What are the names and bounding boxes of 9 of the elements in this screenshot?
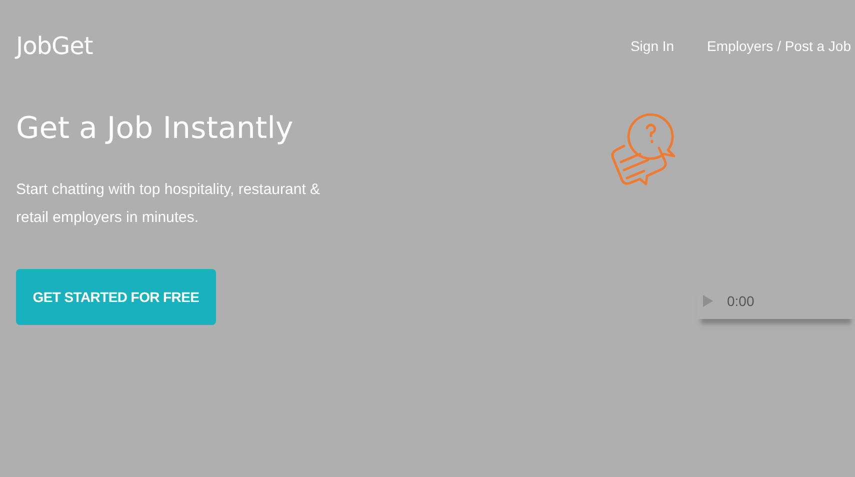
hero-title: Get a Job Instantly (16, 110, 294, 148)
get-started-button[interactable]: GET STARTED FOR FREE (16, 269, 216, 325)
logo[interactable]: JobGet (16, 32, 93, 60)
nav-link[interactable]: Sign In (630, 38, 674, 54)
audio-player[interactable]: 0:00 (697, 283, 855, 319)
nav-link[interactable]: Employers / Post a Job (707, 38, 851, 54)
play-icon[interactable] (703, 295, 713, 307)
time-display: 0:00 (727, 293, 754, 309)
hero-text: Start chatting with top hospitality, restaurant & retail employers in minutes. (16, 180, 322, 228)
